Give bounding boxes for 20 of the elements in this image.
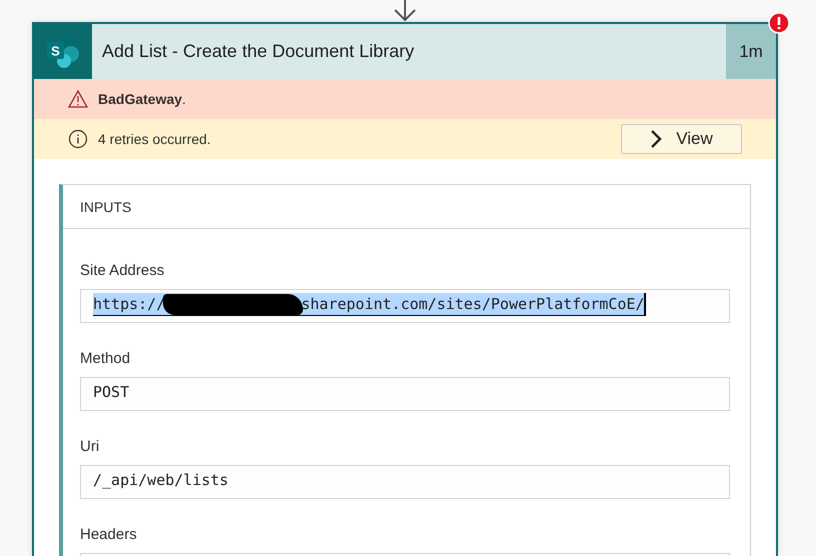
- field-label: Headers: [80, 526, 137, 543]
- view-button[interactable]: View: [621, 124, 742, 154]
- chevron-right-icon: [650, 130, 662, 148]
- field-value: /_api/web/lists: [93, 470, 228, 491]
- down-arrow-icon: [392, 0, 418, 22]
- input-field[interactable]: /_api/web/lists: [80, 465, 730, 499]
- input-field[interactable]: POST: [80, 377, 730, 411]
- retry-message: 4 retries occurred.: [98, 131, 211, 147]
- error-message: BadGateway.: [98, 91, 186, 107]
- duration-label: 1m: [739, 42, 763, 62]
- info-icon: [68, 129, 88, 149]
- selected-text: https:// sharepoint.com/sites/PowerPlatformCoE/: [93, 293, 646, 316]
- section-heading: INPUTS: [80, 198, 132, 214]
- field-label: Uri: [80, 438, 100, 455]
- warning-icon: [68, 90, 88, 108]
- action-title: Add List - Create the Document Library: [102, 41, 414, 62]
- field-label: Method: [80, 350, 130, 367]
- field-value: POST: [93, 382, 130, 403]
- input-field[interactable]: https:// sharepoint.com/sites/PowerPlatformCoE/: [80, 289, 730, 323]
- field-label: Site Address: [80, 262, 164, 279]
